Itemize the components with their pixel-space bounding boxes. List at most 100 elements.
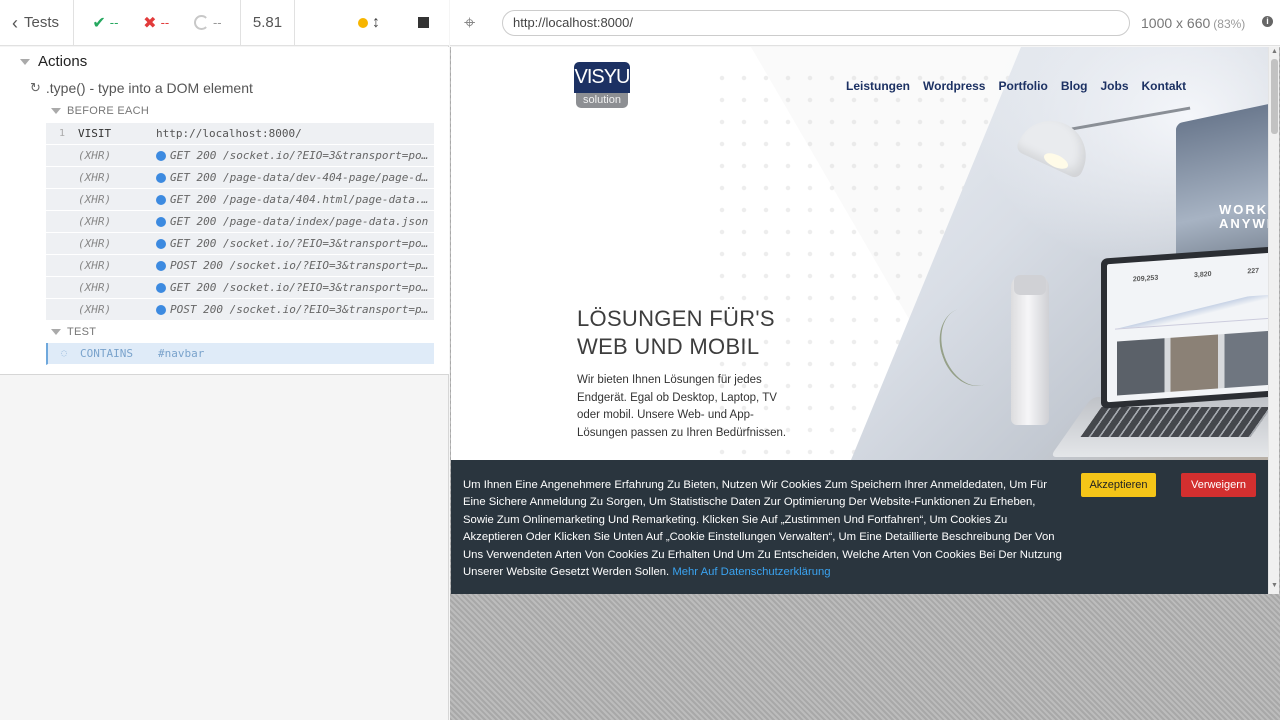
failed-count: -- bbox=[160, 15, 170, 30]
aut-header: ⌖ http://localhost:8000/ 1000 x 660 (83%)… bbox=[450, 0, 1280, 46]
arrows-updown-icon: ↕ bbox=[372, 13, 380, 31]
command-row-xhr[interactable]: (XHR) GET 200 /socket.io/?EIO=3&transport… bbox=[46, 145, 434, 167]
command-row-xhr[interactable]: (XHR) GET 200 /page-data/dev-404-page/pag… bbox=[46, 167, 434, 189]
command-message-text: GET 200 /socket.io/?EIO=3&transport=poll… bbox=[170, 237, 430, 250]
nav-item-leistungen[interactable]: Leistungen bbox=[846, 79, 910, 93]
info-icon[interactable]: i bbox=[1262, 16, 1273, 27]
laptop-stats: 209,253 3,820 227 bbox=[1115, 266, 1277, 295]
bottle-cap bbox=[1014, 275, 1046, 295]
laptop-screen-content: 209,253 3,820 227 bbox=[1107, 251, 1279, 403]
command-message: GET 200 /page-data/index/page-data.json bbox=[156, 215, 434, 228]
passed-stat: ✔ -- bbox=[92, 13, 118, 33]
duration: 5.81 bbox=[241, 0, 295, 45]
test-title-text: .type() - type into a DOM element bbox=[45, 80, 253, 96]
hero-title: LÖSUNGEN FÜR'S WEB UND MOBIL bbox=[577, 306, 775, 359]
site-navbar: Leistungen Wordpress Portfolio Blog Jobs Kont… bbox=[846, 79, 1186, 93]
test-title[interactable]: ↻ .type() - type into a DOM element bbox=[30, 80, 253, 96]
command-message-text: GET 200 /page-data/dev-404-page/page-dat… bbox=[170, 171, 430, 184]
command-name: (XHR) bbox=[78, 215, 112, 228]
privacy-link[interactable]: Mehr Auf Datenschutzerklärung bbox=[672, 566, 830, 578]
suite-title[interactable]: Actions bbox=[20, 53, 87, 70]
cookie-banner: Um Ihnen Eine Angenehmere Erfahrung Zu B… bbox=[451, 460, 1268, 594]
hook-test[interactable]: TEST bbox=[51, 326, 96, 338]
command-row-xhr[interactable]: (XHR) GET 200 /socket.io/?EIO=3&transport… bbox=[46, 277, 434, 299]
accept-cookies-button[interactable]: Akzeptieren bbox=[1081, 473, 1156, 497]
command-row-xhr[interactable]: (XHR) GET 200 /page-data/index/page-data.… bbox=[46, 211, 434, 233]
command-row-xhr[interactable]: (XHR) GET 200 /socket.io/?EIO=3&transport… bbox=[46, 233, 434, 255]
command-number: 1 bbox=[58, 128, 66, 139]
command-row-pending[interactable]: ◌ CONTAINS #navbar bbox=[46, 343, 434, 365]
reporter-header: ‹ Tests ✔ -- ✖ -- -- 5.81 ↕ bbox=[0, 0, 449, 46]
nav-item-kontakt[interactable]: Kontakt bbox=[1142, 79, 1187, 93]
chevron-left-icon: ‹ bbox=[12, 12, 18, 33]
xhr-status-dot-icon bbox=[156, 172, 166, 183]
logo-top: VISYU bbox=[574, 62, 631, 93]
command-row-xhr[interactable]: (XHR) POST 200 /socket.io/?EIO=3&transpor… bbox=[46, 299, 434, 321]
command-name: (XHR) bbox=[78, 281, 112, 294]
command-message-text: GET 200 /page-data/index/page-data.json bbox=[170, 215, 429, 228]
nav-item-wordpress[interactable]: Wordpress bbox=[923, 79, 985, 93]
xhr-status-dot-icon bbox=[156, 216, 166, 227]
failed-stat: ✖ -- bbox=[143, 13, 169, 33]
command-message-text: POST 200 /socket.io/?EIO=3&transport=pol… bbox=[170, 303, 430, 316]
pending-stat: -- bbox=[193, 15, 222, 30]
hook-label: BEFORE EACH bbox=[67, 105, 150, 117]
command-name: (XHR) bbox=[78, 237, 112, 250]
refresh-icon: ↻ bbox=[30, 80, 41, 95]
pending-spinner-icon: ◌ bbox=[60, 348, 68, 359]
command-row[interactable]: 1 VISIT http://localhost:8000/ bbox=[46, 123, 434, 145]
reporter-panel: ‹ Tests ✔ -- ✖ -- -- 5.81 ↕ Actions ↻ .t… bbox=[0, 0, 449, 720]
crosshair-icon[interactable]: ⌖ bbox=[464, 12, 475, 35]
stop-icon[interactable] bbox=[418, 17, 429, 28]
nav-item-jobs[interactable]: Jobs bbox=[1100, 79, 1128, 93]
command-message: GET 200 /socket.io/?EIO=3&transport=poll… bbox=[156, 149, 434, 162]
command-message: GET 200 /socket.io/?EIO=3&transport=poll… bbox=[156, 281, 434, 294]
command-row-xhr[interactable]: (XHR) GET 200 /page-data/404.html/page-da… bbox=[46, 189, 434, 211]
test-commands: ◌ CONTAINS #navbar bbox=[46, 343, 434, 365]
command-name: (XHR) bbox=[78, 259, 112, 272]
hero-text: Wir bieten Ihnen Lösungen für jedes Endg… bbox=[577, 374, 787, 439]
bottle-decoration bbox=[1011, 275, 1049, 425]
nav-item-blog[interactable]: Blog bbox=[1061, 79, 1088, 93]
scroll-down-icon[interactable]: ▼ bbox=[1271, 582, 1278, 589]
site-logo[interactable]: VISYU solution bbox=[574, 62, 631, 109]
command-message-text: GET 200 /page-data/404.html/page-data.js… bbox=[170, 193, 430, 206]
scrollbar-thumb[interactable] bbox=[1271, 59, 1278, 134]
laptop-stat: 3,820 bbox=[1194, 270, 1212, 280]
deny-cookies-button[interactable]: Verweigern bbox=[1181, 473, 1256, 497]
runner-controls: ↕ bbox=[295, 0, 449, 45]
logo-bottom: solution bbox=[576, 93, 628, 108]
viewport-size: 1000 x 660 bbox=[1141, 15, 1211, 31]
hook-before-each[interactable]: BEFORE EACH bbox=[51, 105, 149, 117]
nav-item-portfolio[interactable]: Portfolio bbox=[998, 79, 1047, 93]
scroll-up-icon[interactable]: ▲ bbox=[1271, 48, 1278, 55]
viewport-info: 1000 x 660 (83%) bbox=[1141, 15, 1245, 31]
passed-count: -- bbox=[109, 15, 119, 30]
command-message: GET 200 /socket.io/?EIO=3&transport=poll… bbox=[156, 237, 434, 250]
xhr-status-dot-icon bbox=[156, 282, 166, 293]
xhr-status-dot-icon bbox=[156, 194, 166, 205]
command-message: GET 200 /page-data/404.html/page-data.js… bbox=[156, 193, 434, 206]
command-message: POST 200 /socket.io/?EIO=3&transport=pol… bbox=[156, 303, 434, 316]
caret-down-icon bbox=[51, 329, 61, 335]
xhr-status-dot-icon bbox=[156, 238, 166, 249]
before-each-commands: 1 VISIT http://localhost:8000/ (XHR) GET 200… bbox=[46, 123, 434, 321]
laptop-stat: 227 bbox=[1247, 267, 1260, 276]
hook-label: TEST bbox=[67, 326, 97, 338]
page-scrollbar[interactable]: ▲ ▼ bbox=[1268, 47, 1279, 594]
command-name: (XHR) bbox=[78, 303, 112, 316]
check-icon: ✔ bbox=[92, 14, 106, 32]
command-row-xhr[interactable]: (XHR) POST 200 /socket.io/?EIO=3&transpor… bbox=[46, 255, 434, 277]
tests-back-button[interactable]: ‹ Tests bbox=[0, 0, 74, 45]
dot-icon bbox=[358, 17, 368, 28]
command-message-text: GET 200 /socket.io/?EIO=3&transport=poll… bbox=[170, 149, 430, 162]
laptop-photos bbox=[1117, 330, 1275, 396]
auto-scroll-toggle[interactable]: ↕ bbox=[358, 14, 380, 32]
command-name: (XHR) bbox=[78, 171, 112, 184]
x-icon: ✖ bbox=[143, 14, 157, 32]
caret-down-icon bbox=[20, 58, 30, 65]
url-bar[interactable]: http://localhost:8000/ bbox=[502, 10, 1130, 36]
xhr-status-dot-icon bbox=[156, 304, 166, 315]
suite-title-text: Actions bbox=[38, 53, 88, 70]
command-message: GET 200 /page-data/dev-404-page/page-dat… bbox=[156, 171, 434, 184]
